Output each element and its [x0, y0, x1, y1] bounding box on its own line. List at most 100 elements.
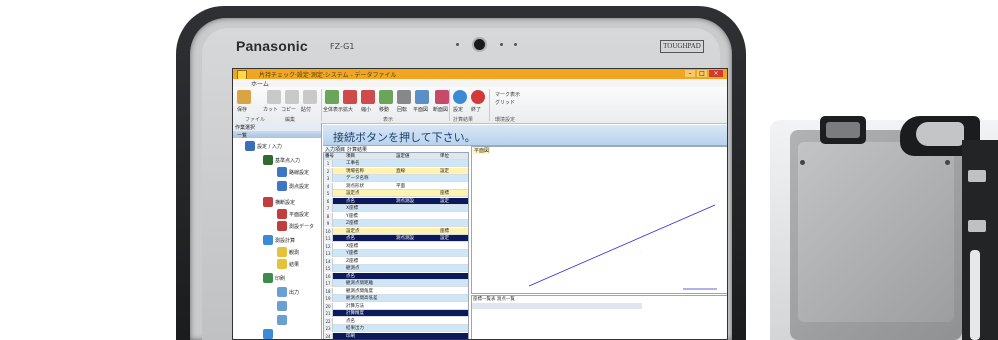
table-row[interactable]: 6 点名 測点測設 設定 [324, 197, 468, 205]
table-row[interactable]: 15 観測点 [324, 265, 468, 272]
plan-drawing[interactable]: · [471, 146, 728, 294]
table-row[interactable]: 1 工事名 [324, 160, 468, 167]
row-unit[interactable]: 座標 [440, 228, 449, 235]
table-row[interactable]: 10 設定点 座標 [324, 227, 468, 235]
row-item[interactable]: 観測点 [346, 265, 360, 272]
row-item[interactable]: 設定点 [346, 228, 360, 235]
zoom-in-icon[interactable] [343, 90, 357, 104]
row-item[interactable]: X座標 [346, 205, 358, 212]
table-row[interactable]: 24 印刷 [324, 332, 468, 340]
row-item[interactable]: 現場名称 [346, 168, 364, 175]
row-value[interactable]: 測点測設 [396, 198, 414, 205]
row-item[interactable]: 測点形状 [346, 183, 364, 190]
row-item[interactable]: X座標 [346, 243, 358, 250]
row-item[interactable]: 工事名 [346, 160, 360, 167]
row-item[interactable]: 点名 [346, 318, 355, 325]
tree-item[interactable]: 結果 [289, 261, 299, 268]
minimize-button[interactable]: – [685, 70, 695, 77]
row-item[interactable]: 観測点間距離 [346, 280, 373, 287]
tree-item[interactable]: 観測 [289, 249, 299, 256]
row-item[interactable]: 設定点 [346, 190, 360, 197]
grid-header-row: 番号 項目 設定値 単位 [324, 153, 468, 160]
exit-icon[interactable] [471, 90, 485, 104]
row-number: 19 [324, 295, 333, 302]
maximize-button[interactable]: □ [697, 70, 707, 77]
table-row[interactable]: 7 X座標 [324, 205, 468, 212]
task-panel-title: 作業選択 [235, 125, 256, 131]
document-icon [277, 181, 287, 191]
row-item[interactable]: Z座標 [346, 220, 358, 227]
row-value[interactable]: 測点測設 [396, 235, 414, 242]
table-row[interactable]: 9 Z座標 [324, 220, 468, 227]
table-row[interactable]: 3 データ名称 [324, 175, 468, 182]
row-item[interactable]: 計算方法 [346, 303, 364, 310]
rotate-icon[interactable] [397, 90, 411, 104]
tree-item[interactable]: 印刷 [275, 275, 285, 282]
row-item[interactable]: Y座標 [346, 213, 358, 220]
row-item[interactable]: データ名称 [346, 175, 369, 182]
row-item[interactable]: 観測点間高低差 [346, 295, 378, 302]
table-row[interactable]: 21 計算精度 [324, 310, 468, 317]
row-number: 6 [324, 197, 333, 205]
tree-item[interactable]: 測点設定 [289, 183, 309, 190]
row-item[interactable]: 観測点間角度 [346, 288, 373, 295]
row-item[interactable]: 点名 [346, 273, 355, 280]
table-row[interactable]: 8 Y座標 [324, 212, 468, 220]
row-unit[interactable]: 設定 [440, 235, 449, 242]
tree-item[interactable]: 測設計算 [275, 237, 295, 244]
row-number: 14 [324, 257, 333, 265]
table-row[interactable]: 19 観測点間高低差 [324, 295, 468, 302]
row-item[interactable]: 結果出力 [346, 325, 364, 332]
table-row[interactable]: 22 点名 [324, 317, 468, 325]
settings-icon[interactable] [453, 90, 467, 104]
gear-icon [277, 247, 287, 257]
table-row[interactable]: 11 点名 測点測設 設定 [324, 235, 468, 242]
tree-item[interactable]: 測設データ [289, 223, 314, 230]
option-grid[interactable]: グリッド [495, 99, 515, 106]
tree-item[interactable]: 路線設定 [289, 169, 309, 176]
table-row[interactable]: 2 現場名称 直線 設定 [324, 167, 468, 175]
option-mark[interactable]: マーク表示 [495, 91, 520, 98]
row-item[interactable]: Y座標 [346, 250, 358, 257]
tree-item[interactable]: 横断設定 [275, 199, 295, 206]
tree-item[interactable]: 基準点入力 [275, 157, 300, 164]
row-item[interactable]: Z座標 [346, 258, 358, 265]
row-item[interactable]: 点名 [346, 235, 355, 242]
lower-tabs[interactable]: 座標一覧表 測点一覧 [473, 296, 515, 302]
table-row[interactable]: 4 測点形状 平面 [324, 182, 468, 190]
row-value[interactable]: 直線 [396, 168, 405, 175]
table-row[interactable]: 16 点名 [324, 272, 468, 280]
table-row[interactable]: 20 計算方法 [324, 302, 468, 310]
table-row[interactable]: 12 X座標 [324, 242, 468, 250]
table-row[interactable]: 18 観測点間角度 [324, 287, 468, 295]
window-title: 片持チェック·設定·測定·システム - データファイル [259, 72, 397, 79]
tablet-screen: 片持チェック·設定·測定·システム - データファイル – □ × ホーム 保存… [232, 68, 728, 340]
row-item[interactable]: 計算精度 [346, 310, 364, 317]
copy-icon[interactable] [285, 90, 299, 104]
table-row[interactable]: 5 設定点 座標 [324, 190, 468, 197]
row-item[interactable]: 点名 [346, 198, 355, 205]
people-icon [277, 287, 287, 297]
table-row[interactable]: 14 Z座標 [324, 257, 468, 265]
row-unit[interactable]: 設定 [440, 198, 449, 205]
row-unit[interactable]: 設定 [440, 168, 449, 175]
tree-item[interactable]: 出力 [289, 289, 299, 296]
section-view-icon[interactable] [435, 90, 449, 104]
move-icon[interactable] [379, 90, 393, 104]
close-button[interactable]: × [709, 70, 723, 77]
table-row[interactable]: 17 観測点間距離 [324, 280, 468, 287]
paste-icon[interactable] [303, 90, 317, 104]
row-item[interactable]: 印刷 [346, 333, 355, 340]
zoom-out-icon[interactable] [361, 90, 375, 104]
fit-view-icon[interactable] [325, 90, 339, 104]
row-value[interactable]: 平面 [396, 183, 405, 190]
table-row[interactable]: 23 結果出力 [324, 325, 468, 332]
battery-cover-inset [798, 142, 954, 322]
row-unit[interactable]: 座標 [440, 190, 449, 197]
tree-item[interactable]: 平面設定 [289, 211, 309, 218]
cut-icon[interactable] [267, 90, 281, 104]
tree-item[interactable]: 設定 / 入力 [257, 143, 282, 150]
save-icon[interactable] [237, 90, 251, 104]
plan-view-icon[interactable] [415, 90, 429, 104]
table-row[interactable]: 13 Y座標 [324, 250, 468, 257]
